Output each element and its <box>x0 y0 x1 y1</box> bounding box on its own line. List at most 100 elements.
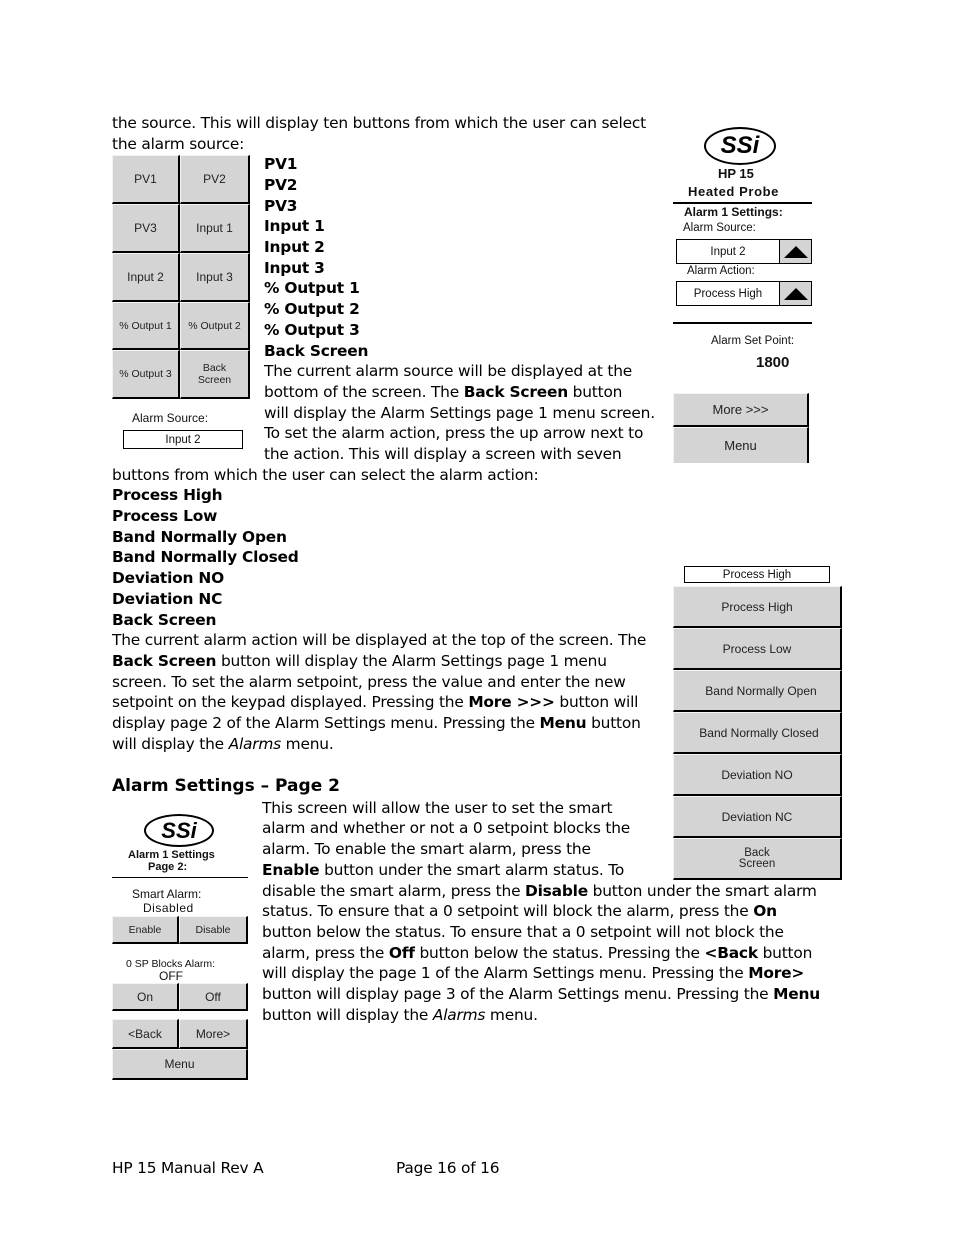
intro-line-2: the alarm source: <box>112 135 245 153</box>
current-action-value: Process High <box>684 566 830 583</box>
source-option: Back Screen <box>264 342 369 360</box>
up-arrow-icon <box>783 245 808 258</box>
action-option: Deviation NO <box>112 569 224 587</box>
text-run: status. To ensure that a 0 setpoint will… <box>262 902 754 920</box>
text-run: disable the smart alarm, press the <box>262 882 526 900</box>
back-button[interactable]: <Back <box>112 1019 179 1049</box>
text-line: buttons from which the user can select t… <box>112 466 539 484</box>
source-button-pv1[interactable]: PV1 <box>112 155 180 204</box>
text-run: button <box>757 944 813 962</box>
text-run-italic: Alarms <box>432 1006 486 1024</box>
screen-subtitle: Page 2: <box>148 861 188 873</box>
menu-button[interactable]: Menu <box>112 1049 248 1080</box>
source-button-pv2[interactable]: PV2 <box>180 155 250 204</box>
text-line: the action. This will display a screen w… <box>264 445 622 463</box>
text-line: button will display the Alarms menu. <box>262 1005 538 1026</box>
text-line: status. To ensure that a 0 setpoint will… <box>262 901 777 922</box>
off-button[interactable]: Off <box>179 983 248 1011</box>
alarm-source-field[interactable]: Input 2 <box>676 239 780 264</box>
source-button-pv3[interactable]: PV3 <box>112 204 180 253</box>
text-run-bold: Menu <box>773 985 820 1003</box>
source-option: % Output 2 <box>264 300 360 318</box>
text-line: alarm, press the Off button below the st… <box>262 943 812 964</box>
action-button-band-normally-open[interactable]: Band Normally Open <box>673 670 842 712</box>
alarm-action-field[interactable]: Process High <box>676 281 780 306</box>
setpoint-label: Alarm Set Point: <box>711 335 795 347</box>
smart-alarm-status: Disabled <box>143 901 194 915</box>
text-run-bold: Off <box>388 944 415 962</box>
alarm-source-up-button[interactable] <box>779 239 812 264</box>
text-run: menu. <box>485 1006 538 1024</box>
action-option: Process Low <box>112 507 218 525</box>
text-run: button will display the Alarm Settings p… <box>216 652 607 670</box>
more-button[interactable]: More> <box>179 1019 248 1049</box>
text-line: To set the alarm action, press the up ar… <box>264 424 644 442</box>
text-run: display page 2 of the Alarm Settings men… <box>112 714 540 732</box>
text-run-bold: Back Screen <box>463 383 568 401</box>
source-button-output-3[interactable]: % Output 3 <box>112 350 180 399</box>
text-line: alarm and whether or not a 0 setpoint bl… <box>262 819 631 837</box>
text-line: Enable button under the smart alarm stat… <box>262 860 624 881</box>
text-line: screen. To set the alarm setpoint, press… <box>112 673 626 691</box>
text-line: setpoint on the keypad displayed. Pressi… <box>112 692 638 713</box>
ssi-logo: SSi <box>704 127 776 165</box>
text-run: bottom of the screen. The <box>264 383 464 401</box>
text-run: alarm, press the <box>262 944 389 962</box>
ssi-logo: SSi <box>144 814 214 847</box>
text-line: disable the smart alarm, press the Disab… <box>262 881 817 902</box>
more-button[interactable]: More >>> <box>673 393 809 427</box>
text-run-bold: Disable <box>525 882 588 900</box>
up-arrow-icon <box>783 287 808 300</box>
alarm-action-label: Alarm Action: <box>687 265 755 277</box>
section-heading: Alarm Settings – Page 2 <box>112 776 340 796</box>
current-source-label: Alarm Source: <box>132 411 209 425</box>
alarm-source-label: Alarm Source: <box>683 222 756 234</box>
text-line: button will display page 3 of the Alarm … <box>262 984 820 1005</box>
disable-button[interactable]: Disable <box>179 916 248 944</box>
screen-title: Alarm 1 Settings <box>128 849 215 861</box>
text-line: The current alarm action will be display… <box>112 631 647 649</box>
text-run: button under the smart alarm status. To <box>319 861 625 879</box>
action-option: Band Normally Open <box>112 528 287 546</box>
text-run-bold: <Back <box>704 944 759 962</box>
action-button-deviation-nc[interactable]: Deviation NC <box>673 796 842 838</box>
action-option: Band Normally Closed <box>112 548 299 566</box>
alarm-action-up-button[interactable] <box>779 281 812 306</box>
text-line: will display the page 1 of the Alarm Set… <box>262 963 804 984</box>
source-option: % Output 3 <box>264 321 360 339</box>
divider <box>112 877 248 878</box>
action-button-deviation-no[interactable]: Deviation NO <box>673 754 842 796</box>
source-button-input-1[interactable]: Input 1 <box>180 204 250 253</box>
on-button[interactable]: On <box>112 983 179 1011</box>
source-button-output-1[interactable]: % Output 1 <box>112 302 180 350</box>
text-run-bold: More >>> <box>468 693 555 711</box>
source-button-input-3[interactable]: Input 3 <box>180 253 250 302</box>
source-button-output-2[interactable]: % Output 2 <box>180 302 250 350</box>
divider <box>673 202 812 204</box>
source-button-back-screen[interactable]: Back Screen <box>180 350 250 399</box>
action-button-process-low[interactable]: Process Low <box>673 628 842 670</box>
menu-button[interactable]: Menu <box>673 427 809 463</box>
settings-heading: Alarm 1 Settings: <box>684 205 783 219</box>
action-button-back-screen[interactable]: Back Screen <box>673 838 842 880</box>
text-run: will display the <box>112 735 229 753</box>
source-button-input-2[interactable]: Input 2 <box>112 253 180 302</box>
action-button-process-high[interactable]: Process High <box>673 586 842 628</box>
text-line: The current alarm source will be display… <box>264 362 633 380</box>
footer-document-title: HP 15 Manual Rev A <box>112 1159 264 1177</box>
text-run: menu. <box>280 735 334 753</box>
source-option: Input 2 <box>264 238 325 256</box>
source-option: PV3 <box>264 197 298 215</box>
action-button-band-normally-closed[interactable]: Band Normally Closed <box>673 712 842 754</box>
text-run: button under the smart alarm <box>587 882 817 900</box>
text-line: alarm. To enable the smart alarm, press … <box>262 840 591 858</box>
text-run: button <box>567 383 623 401</box>
setpoint-value[interactable]: 1800 <box>756 354 789 371</box>
text-run-bold: Enable <box>262 861 320 879</box>
footer-page-number: Page 16 of 16 <box>396 1159 500 1177</box>
enable-button[interactable]: Enable <box>112 916 179 944</box>
source-option: Input 3 <box>264 259 325 277</box>
text-line: Back Screen button will display the Alar… <box>112 651 607 672</box>
text-run-bold: Menu <box>539 714 587 732</box>
source-option: PV2 <box>264 176 298 194</box>
